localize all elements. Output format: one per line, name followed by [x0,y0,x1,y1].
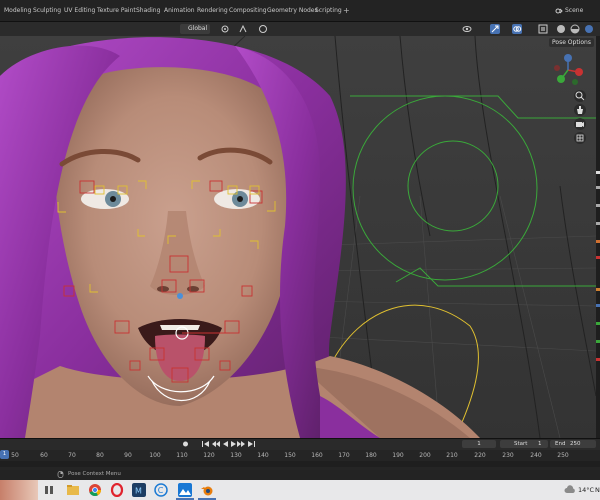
svg-text:C: C [158,486,164,495]
ruler-tick: 150 [284,452,296,459]
properties-tab-strip [596,36,600,438]
output-tab-icon[interactable] [596,204,600,207]
xray-toggle-icon[interactable] [538,24,548,34]
ruler-tick: 170 [338,452,350,459]
tab-rendering[interactable]: Rendering [197,7,228,14]
end-frame-value: 250 [570,441,581,447]
camera-icon[interactable] [574,118,586,130]
adobe-icon[interactable]: M [132,483,146,497]
ruler-tick: 80 [96,452,104,459]
tab-shading[interactable]: Shading [136,7,160,14]
current-frame-field[interactable]: 1 [462,440,496,448]
next-keyframe-icon[interactable] [237,440,246,448]
explorer-icon[interactable] [66,483,80,497]
ruler-tick: 90 [124,452,132,459]
render-tab-icon[interactable] [596,186,600,189]
viewport-scene [0,36,596,438]
jump-end-icon[interactable] [247,440,256,448]
blender-icon[interactable] [200,483,214,497]
weather-temperature[interactable]: 14°C [578,486,594,494]
proportional-edit-icon[interactable] [258,24,268,34]
task-view-icon[interactable] [42,483,56,497]
ruler-tick: 140 [257,452,269,459]
start-frame-label: Start [514,441,528,447]
tab-geometry-nodes[interactable]: Geometry Nodes [267,7,318,14]
ruler-tick: 50 [11,452,19,459]
tab-animation[interactable]: Animation [164,7,195,14]
ruler-tick: 210 [446,452,458,459]
ruler-tick: 240 [530,452,542,459]
modifier-tab-icon[interactable] [596,304,600,307]
pose-options-dropdown[interactable]: Pose Options [549,38,594,47]
svg-text:M: M [135,487,142,496]
timeline-track[interactable] [0,461,600,467]
ruler-tick: 110 [176,452,188,459]
ruler-tick: 120 [203,452,215,459]
scene-icon[interactable] [555,7,563,15]
tab-compositing[interactable]: Compositing [229,7,267,14]
mouse-right-icon [57,471,64,478]
shading-solid-icon[interactable] [556,24,566,34]
weather-extra: N [595,486,600,494]
object-tab-icon[interactable] [596,288,600,291]
ruler-tick: 160 [311,452,323,459]
overlay-toggle-icon[interactable] [512,24,522,34]
tool-tab-icon[interactable] [596,171,600,174]
material-tab-icon[interactable] [596,358,600,361]
workspace-tabs: Modeling Sculpting UV Editing Texture Pa… [0,0,600,22]
ruler-tick: 100 [149,452,161,459]
tab-modeling[interactable]: Modeling [4,7,31,14]
ruler-tick: 70 [68,452,76,459]
grid-icon[interactable] [574,132,586,144]
opera-icon[interactable] [110,483,124,497]
taskbar-thumbnail[interactable] [0,480,38,500]
current-frame-value: 1 [477,441,481,447]
end-frame-label: End [555,441,566,447]
photos-icon[interactable] [178,483,192,497]
world-tab-icon[interactable] [596,256,600,259]
transform-orientation-dropdown[interactable]: Global [180,24,210,34]
tab-uv-editing[interactable]: UV Editing [64,7,95,14]
viewport-header [0,22,600,36]
snap-icon[interactable] [238,24,248,34]
end-frame-field[interactable]: End 250 [550,440,596,448]
tab-scripting[interactable]: Scripting [315,7,342,14]
shading-rendered-icon[interactable] [584,24,594,34]
constraints-tab-icon[interactable] [596,340,600,343]
tab-sculpting[interactable]: Sculpting [33,7,61,14]
cloud-icon[interactable] [564,485,576,495]
c-icon[interactable]: C [154,483,168,497]
start-frame-field[interactable]: Start 1 [500,440,548,448]
3d-viewport[interactable] [0,36,596,438]
tab-texture-paint[interactable]: Texture Paint [97,7,136,14]
ruler-tick: 180 [365,452,377,459]
scene-name[interactable]: Scene [565,7,583,14]
chrome-icon[interactable] [88,483,102,497]
ruler-tick: 190 [392,452,404,459]
start-frame-value: 1 [538,441,542,447]
shading-material-icon[interactable] [570,24,580,34]
hand-pan-icon[interactable] [574,104,586,116]
record-icon[interactable] [181,440,190,448]
ruler-tick: 230 [502,452,514,459]
orientation-label: Global [188,25,208,32]
zoom-icon[interactable] [574,90,586,102]
add-workspace-button[interactable]: + [343,6,350,15]
ruler-tick: 220 [474,452,486,459]
visibility-icon[interactable] [462,24,472,34]
physics-tab-icon[interactable] [596,322,600,325]
ruler-tick: 60 [40,452,48,459]
ruler-tick: 250 [557,452,569,459]
prev-keyframe-icon[interactable] [211,440,220,448]
pivot-icon[interactable] [220,24,230,34]
axis-gizmo[interactable] [548,54,588,94]
status-context-menu: Pose Context Menu [68,471,121,477]
playhead[interactable]: 1 [0,450,9,459]
view-layer-tab-icon[interactable] [596,222,600,225]
jump-start-icon[interactable] [201,440,210,448]
ruler-tick: 200 [419,452,431,459]
ruler-tick: 130 [230,452,242,459]
scene-tab-icon[interactable] [596,240,600,243]
gizmo-toggle-icon[interactable] [490,24,500,34]
